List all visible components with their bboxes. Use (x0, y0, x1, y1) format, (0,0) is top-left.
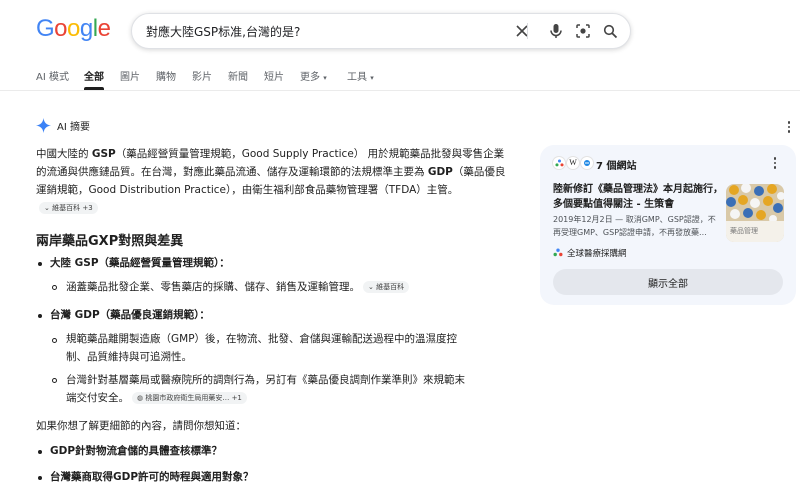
source-favicon-icon (553, 248, 563, 258)
more-options-icon[interactable] (783, 119, 795, 135)
source-chip-label: 維基百科 +3 (52, 204, 93, 212)
source-chip[interactable]: ◍ 桃園市政府衛生局用藥安… +1 (132, 392, 247, 404)
bullet-dot (38, 314, 42, 318)
source-site-name[interactable]: 全球醫療採購網 (567, 247, 627, 259)
tab-all[interactable]: 全部 (84, 68, 104, 83)
source-article-title[interactable]: 陸新修訂《藥品管理法》本月起施行，多個要點值得關注 - 生策會 (553, 182, 723, 212)
wiki-favicon-icon: W (567, 157, 579, 169)
tab-images[interactable]: 圖片 (120, 68, 140, 83)
source-article-snippet: 2019年12月2日 — 取消GMP、GSP認證，不再受理GMP、GSP認證申請… (553, 215, 716, 237)
microphone-icon[interactable] (546, 21, 566, 41)
chevron-down-icon: ⌄ (44, 204, 50, 212)
thumbnail-caption: 藥品管理 (730, 227, 758, 235)
intro-text-1: 中國大陸的 (36, 148, 92, 160)
search-box[interactable]: 對應大陸GSP标准,台灣的是? (131, 13, 631, 49)
tab-more[interactable]: 更多 ▾ (300, 68, 327, 83)
tab-tools-label: 工具 (347, 72, 367, 83)
chevron-down-icon: ⌄ (368, 283, 374, 291)
taiwan-gdp-title: 台灣 GDP（藥品優良運銷規範）： (50, 309, 210, 321)
more-options-icon[interactable] (769, 155, 781, 171)
source-chip-label: 桃園市政府衛生局用藥安… +1 (145, 394, 242, 402)
mainland-gsp-desc-text: 涵蓋藥品批發企業、零售藥店的採購、儲存、銷售及運輸管理。 (66, 281, 360, 293)
sub-bullet-circle (52, 285, 57, 290)
taiwan-gdp-desc-1: 規範藥品離開製造廠（GMP）後，在物流、批發、倉儲與運輸配送過程中的溫濕度控 制… (66, 330, 457, 366)
sources-card: W 7 個網站 陸新修訂《藥品管理法》本月起施行，多個要點值得關注 - 生策會 … (540, 145, 796, 305)
tab-more-label: 更多 (300, 72, 320, 83)
source-chip[interactable]: ⌄ 維基百科 +3 (39, 202, 98, 214)
sparkle-icon (36, 118, 51, 133)
followup-question-2[interactable]: 台灣藥商取得GDP許可的時程與適用對象？ (50, 468, 254, 486)
search-divider (527, 23, 528, 39)
source-chip-label: 維基百科 (376, 283, 405, 291)
bullet-dot (38, 476, 42, 480)
bullet-dot (38, 262, 42, 266)
sub-bullet-circle (52, 338, 57, 343)
lens-camera-icon[interactable] (573, 21, 593, 41)
article-thumbnail[interactable]: 藥品管理 (726, 184, 784, 242)
followup-intro: 如果你想了解更細節的內容，請問你想知道： (36, 420, 246, 432)
mainland-gsp-title: 大陸 GSP（藥品經營質量管理規範）： (50, 257, 230, 269)
globe-icon: ◍ (137, 394, 144, 402)
tab-videos[interactable]: 影片 (192, 68, 212, 83)
intro-gsp: GSP (91, 148, 116, 160)
tab-ai-mode[interactable]: AI 模式 (36, 68, 69, 83)
google-logo[interactable]: Google (36, 15, 111, 43)
header-divider (0, 90, 800, 91)
site-favicon-icon (581, 157, 593, 169)
sources-count[interactable]: 7 個網站 (596, 157, 636, 172)
mainland-gsp-desc: 涵蓋藥品批發企業、零售藥店的採購、儲存、銷售及運輸管理。 ⌄ 維基百科 (66, 278, 410, 296)
sub-bullet-circle (52, 378, 57, 383)
chevron-down-icon: ▾ (323, 74, 327, 82)
followup-question-1[interactable]: GDP針對物流倉儲的具體查核標準？ (50, 442, 222, 460)
tab-shorts[interactable]: 短片 (264, 68, 284, 83)
tab-tools[interactable]: 工具 ▾ (347, 68, 374, 83)
tab-news[interactable]: 新聞 (228, 68, 248, 83)
intro-gdp: GDP (427, 166, 453, 178)
search-icon[interactable] (600, 21, 620, 41)
source-favicon-icon (553, 157, 565, 169)
bullet-dot (38, 450, 42, 454)
chevron-down-icon: ▾ (370, 74, 374, 82)
ai-overview-header: AI 摘要 (36, 118, 90, 133)
taiwan-gdp-desc-2: 台灣針對基層藥局或醫療院所的調劑行為，另訂有《藥品優良調劑作業準則》來規範末 端… (66, 371, 465, 407)
taiwan-gdp-desc-2-line2: 端交付安全。 (66, 392, 129, 404)
ai-overview-intro: 中國大陸的 GSP（藥品經營質量管理規範，Good Supply Practic… (36, 145, 514, 217)
ai-overview-title: AI 摘要 (57, 122, 90, 133)
taiwan-gdp-desc-1-line2: 制、品質維持與可追溯性。 (66, 351, 192, 363)
show-all-button[interactable]: 顯示全部 (553, 269, 783, 295)
clear-icon[interactable] (512, 21, 532, 41)
taiwan-gdp-desc-1-line1: 規範藥品離開製造廠（GMP）後，在物流、批發、倉儲與運輸配送過程中的溫濕度控 (66, 333, 458, 345)
source-chip[interactable]: ⌄ 維基百科 (363, 281, 410, 293)
tab-shopping[interactable]: 購物 (156, 68, 176, 83)
search-input[interactable]: 對應大陸GSP标准,台灣的是? (146, 23, 300, 40)
section-heading: 兩岸藥品GXP對照與差異 (36, 234, 184, 249)
taiwan-gdp-desc-2-line1: 台灣針對基層藥局或醫療院所的調劑行為，另訂有《藥品優良調劑作業準則》來規範末 (66, 374, 465, 386)
